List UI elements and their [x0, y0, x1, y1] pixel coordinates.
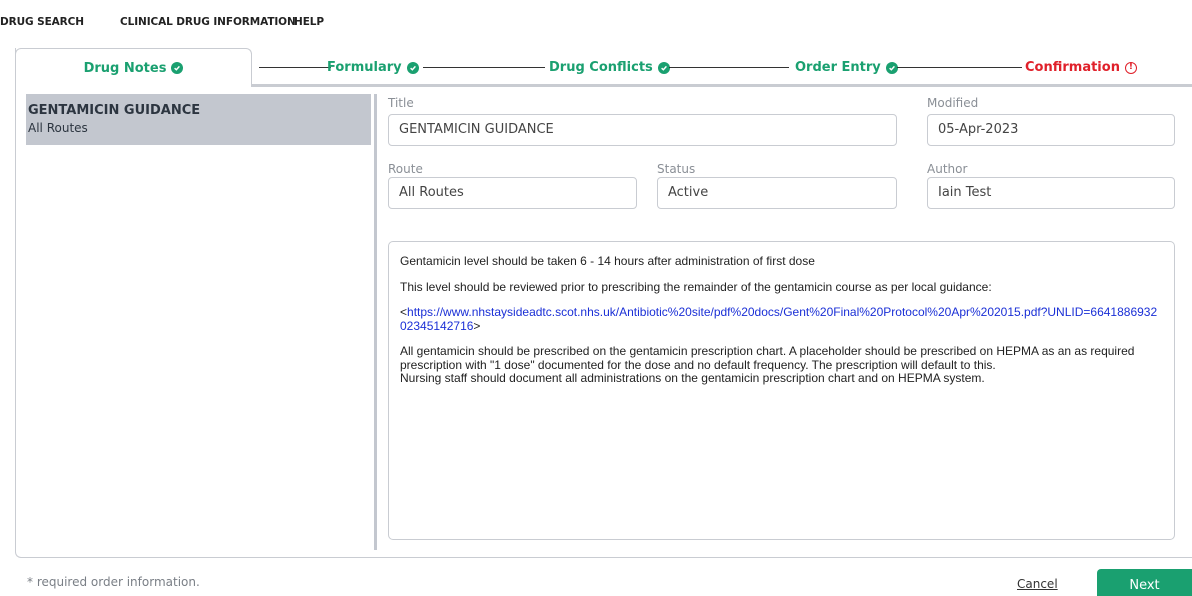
route-label: Route — [388, 162, 423, 176]
step-connector — [897, 67, 1022, 68]
guidance-link[interactable]: https://www.nhstaysideadtc.scot.nhs.uk/A… — [400, 305, 1157, 333]
note-link-paragraph: <https://www.nhstaysideadtc.scot.nhs.uk/… — [400, 305, 1163, 333]
author-label: Author — [927, 162, 968, 176]
status-label: Status — [657, 162, 696, 176]
title-field[interactable]: GENTAMICIN GUIDANCE — [388, 114, 897, 146]
tab-drug-conflicts[interactable]: Drug Conflicts — [549, 58, 670, 76]
note-paragraph: This level should be reviewed prior to p… — [400, 279, 992, 294]
check-circle-icon — [406, 61, 419, 74]
menu-clinical-drug-information[interactable]: CLINICAL DRUG INFORMATION — [120, 10, 296, 34]
tab-drug-notes[interactable]: Drug Notes — [15, 48, 252, 87]
check-circle-icon — [171, 62, 184, 74]
check-circle-icon — [657, 61, 670, 74]
required-note: * required order information. — [27, 575, 200, 589]
status-field[interactable]: Active — [657, 177, 897, 209]
cancel-button[interactable]: Cancel — [1017, 577, 1058, 591]
list-item[interactable]: GENTAMICIN GUIDANCE All Routes — [26, 94, 371, 145]
step-label-drug-notes: Drug Notes — [83, 60, 167, 76]
route-field[interactable]: All Routes — [388, 177, 637, 209]
step-connector — [423, 67, 545, 68]
link-bracket-close: > — [473, 318, 481, 333]
note-paragraph: Nursing staff should document all admini… — [400, 371, 985, 385]
menu-drug-search[interactable]: DRUG SEARCH — [0, 10, 84, 34]
tab-order-entry[interactable]: Order Entry — [795, 58, 898, 76]
modified-field[interactable]: 05-Apr-2023 — [927, 114, 1175, 146]
check-circle-icon — [885, 61, 898, 74]
title-label: Title — [388, 96, 414, 110]
tab-confirmation[interactable]: Confirmation ! — [1025, 58, 1137, 76]
step-bar: Drug Notes Formulary Drug Conflicts Orde… — [15, 48, 1192, 87]
note-paragraph: All gentamicin should be prescribed on t… — [400, 344, 1135, 372]
step-connector — [259, 67, 331, 68]
note-body[interactable]: Gentamicin level should be taken 6 - 14 … — [388, 241, 1175, 540]
modified-label: Modified — [927, 96, 979, 110]
notes-list: GENTAMICIN GUIDANCE All Routes — [26, 94, 371, 550]
list-divider — [374, 94, 377, 550]
step-label-order-entry: Order Entry — [795, 60, 881, 75]
list-item-subtitle: All Routes — [28, 121, 88, 135]
step-label-confirmation: Confirmation — [1025, 60, 1120, 75]
step-label-formulary: Formulary — [327, 60, 402, 75]
tab-formulary[interactable]: Formulary — [327, 58, 419, 76]
list-item-title: GENTAMICIN GUIDANCE — [28, 103, 201, 118]
link-bracket-open: < — [400, 305, 408, 319]
step-connector — [669, 67, 789, 68]
alert-circle-icon: ! — [1124, 61, 1137, 74]
step-bar-underline — [251, 84, 1192, 87]
author-field[interactable]: Iain Test — [927, 177, 1175, 209]
step-label-drug-conflicts: Drug Conflicts — [549, 60, 653, 75]
menu-help[interactable]: HELP — [294, 10, 324, 34]
next-button[interactable]: Next — [1097, 569, 1192, 596]
note-paragraph: Gentamicin level should be taken 6 - 14 … — [400, 254, 815, 268]
